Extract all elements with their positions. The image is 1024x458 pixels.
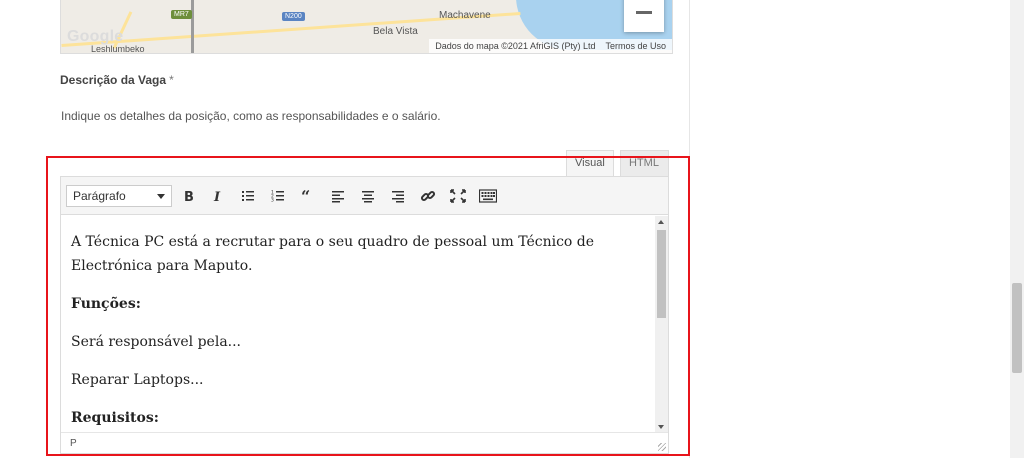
job-description-label: Descrição da Vaga * bbox=[60, 73, 174, 87]
map-label-machavene: Machavene bbox=[439, 10, 491, 21]
editor-highlight-box bbox=[46, 156, 690, 456]
map-zoom-out-button[interactable] bbox=[624, 0, 664, 32]
map-attribution: Dados do mapa ©2021 AfriGIS (Pty) Ltd Ter… bbox=[429, 39, 672, 53]
map-road bbox=[191, 0, 194, 53]
right-blank-area bbox=[690, 0, 1024, 458]
form-panel: MR7 N200 Machavene Bela Vista Leshlumbek… bbox=[0, 0, 690, 458]
required-marker: * bbox=[169, 73, 174, 87]
map-data-credit: Dados do mapa ©2021 AfriGIS (Pty) Ltd bbox=[435, 41, 596, 51]
job-description-label-text: Descrição da Vaga bbox=[60, 73, 167, 87]
minus-icon bbox=[636, 10, 652, 14]
page-scrollbar[interactable] bbox=[1010, 0, 1024, 458]
location-map[interactable]: MR7 N200 Machavene Bela Vista Leshlumbek… bbox=[60, 0, 673, 54]
map-road-shield-n200: N200 bbox=[282, 12, 305, 21]
map-road-shield-mr7: MR7 bbox=[171, 10, 192, 19]
page-scrollbar-thumb[interactable] bbox=[1012, 283, 1022, 373]
google-logo[interactable]: Google bbox=[67, 28, 123, 46]
map-terms-link[interactable]: Termos de Uso bbox=[605, 41, 666, 51]
map-label-bela-vista: Bela Vista bbox=[373, 26, 418, 37]
job-description-hint: Indique os detalhes da posição, como as … bbox=[61, 109, 441, 123]
